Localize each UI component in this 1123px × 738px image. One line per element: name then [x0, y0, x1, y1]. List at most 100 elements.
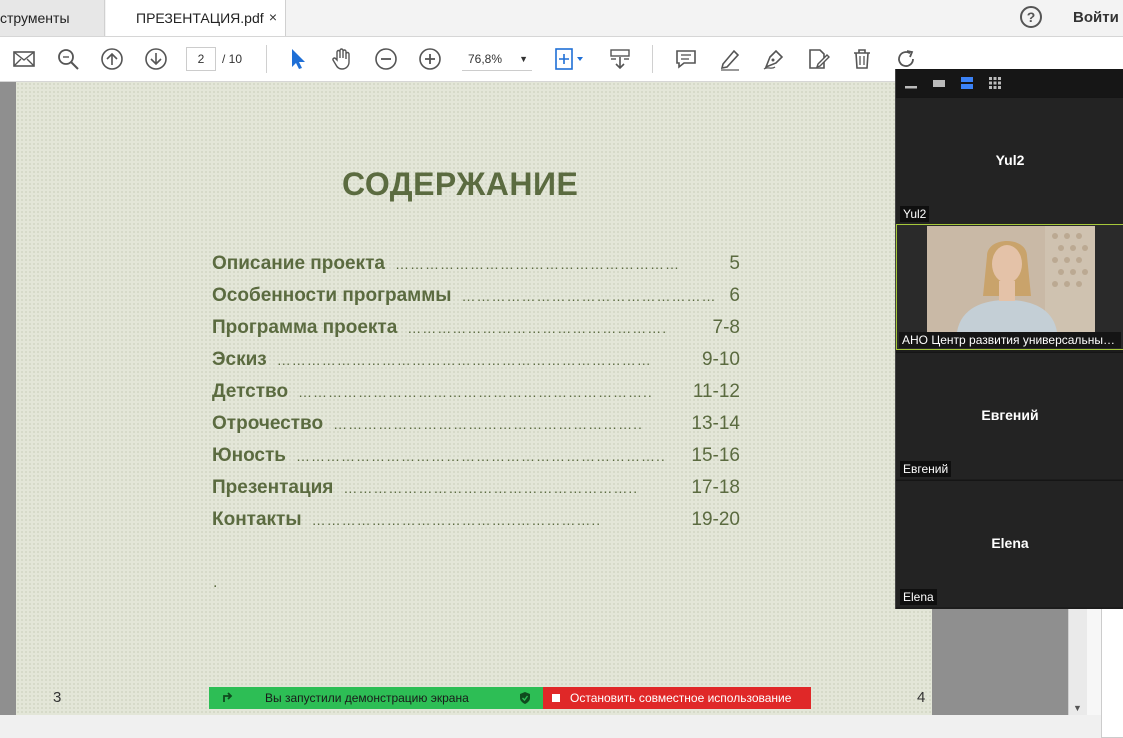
chevron-down-icon: ▼ [519, 54, 528, 64]
zoom-in-icon[interactable] [418, 47, 442, 71]
tab-document-label: ПРЕЗЕНТАЦИЯ.pdf [136, 10, 264, 26]
toc-page: 7-8 [712, 317, 740, 338]
hand-tool-icon[interactable] [330, 47, 354, 71]
toc-leader: ………………………………………………….. [343, 480, 639, 496]
tab-bar: струменты ПРЕЗЕНТАЦИЯ.pdf × ? Войти [0, 0, 1123, 37]
fit-page-icon[interactable] [554, 47, 586, 71]
share-arrow-icon [223, 692, 233, 702]
toc-label: Эскиз [212, 349, 267, 370]
toc-page: 15-16 [691, 445, 740, 466]
toc-row: Юность ……………………………………………………………….. 15-16 [212, 440, 740, 472]
edit-document-icon[interactable] [806, 47, 830, 71]
toc-leader: ……………………………………………………………….. [295, 448, 666, 464]
tab-document[interactable]: ПРЕЗЕНТАЦИЯ.pdf × [106, 0, 286, 36]
participant-name: Евгений [900, 461, 952, 477]
toc-label: Особенности программы [212, 285, 452, 306]
toc-row: Презентация ………………………………………………….. 17-18 [212, 472, 740, 504]
sign-pen-icon[interactable] [762, 47, 786, 71]
stray-dot: . [213, 574, 218, 591]
toc-leader: …………………………………………………….. [333, 416, 643, 432]
rotate-icon[interactable] [894, 47, 918, 71]
toc-label: Отрочество [212, 413, 324, 434]
toc-row: Особенности программы …………………………………………… 6 [212, 280, 740, 312]
toc-leader: …………………………………..…………….. [311, 512, 602, 528]
page-number-input[interactable]: 2 [186, 47, 216, 71]
participant-center-name: Yul2 [995, 152, 1025, 168]
participant-name: АНО Центр развития универсальных компете… [899, 332, 1121, 348]
zoom-value: 76,8% [468, 52, 503, 66]
stop-share-button[interactable]: Остановить совместное использование [543, 687, 811, 709]
toc-row: Контакты …………………………………..…………….. 19-20 [212, 504, 740, 536]
toc-label: Юность [212, 445, 286, 466]
zoom-out-icon[interactable] [374, 47, 398, 71]
toc-label: Описание проекта [212, 253, 385, 274]
scroll-down-icon[interactable]: ▼ [1073, 703, 1082, 713]
table-of-contents: Описание проекта ………………………………………………… 5 Особ… [212, 248, 740, 536]
pane-fragment [1101, 606, 1123, 738]
participant-tile[interactable]: Elena Elena [896, 480, 1123, 607]
participant-tile-active[interactable]: АНО Центр развития универсальных компете… [896, 224, 1123, 350]
toc-page: 5 [729, 253, 740, 274]
toc-leader: ………………………………………………………………… [276, 352, 652, 368]
tab-tools-label: струменты [0, 10, 70, 26]
toc-leader: ……………………………………………. [407, 320, 668, 336]
toc-label: Контакты [212, 509, 302, 530]
help-icon[interactable]: ? [1020, 6, 1042, 28]
toc-label: Программа проекта [212, 317, 398, 338]
zoom-select[interactable]: 76,8% ▼ [462, 47, 532, 71]
page-gutter [0, 82, 16, 715]
toc-page: 11-12 [692, 381, 740, 402]
toc-row: Эскиз ………………………………………………………………… 9-10 [212, 344, 740, 376]
camera-feed-image [927, 226, 1095, 332]
toolbar-divider [652, 45, 653, 73]
stop-share-label: Остановить совместное использование [570, 691, 792, 705]
select-arrow-icon[interactable] [286, 47, 310, 71]
share-status-text: Вы запустили демонстрацию экрана [265, 691, 469, 705]
prev-page-icon[interactable] [100, 47, 124, 71]
minimize-icon[interactable] [904, 76, 918, 90]
toc-page: 17-18 [691, 477, 740, 498]
strip-view-icon[interactable] [960, 76, 974, 90]
toc-page: 9-10 [701, 349, 740, 370]
grid-view-icon[interactable] [988, 76, 1002, 90]
close-tab-icon[interactable]: × [269, 9, 277, 25]
toc-row: Программа проекта ……………………………………………. 7-8 [212, 312, 740, 344]
participant-center-name: Elena [991, 535, 1029, 551]
page-number-right: 4 [917, 689, 926, 706]
toc-leader: …………………………………………………………….. [298, 384, 653, 400]
scroll-mode-icon[interactable] [608, 47, 632, 71]
participant-video [927, 226, 1095, 332]
highlight-pen-icon[interactable] [718, 47, 742, 71]
pdf-page: СОДЕРЖАНИЕ Описание проекта …………………………………… [16, 82, 932, 715]
toc-page: 13-14 [691, 413, 740, 434]
participant-tile[interactable]: Евгений Евгений [896, 352, 1123, 479]
toolbar-divider [266, 45, 267, 73]
delete-icon[interactable] [850, 47, 874, 71]
stop-icon [552, 694, 560, 702]
next-page-icon[interactable] [144, 47, 168, 71]
zoom-search-icon[interactable] [56, 47, 80, 71]
comment-icon[interactable] [674, 47, 698, 71]
single-view-icon[interactable] [932, 76, 946, 90]
participant-name: Elena [900, 589, 937, 605]
video-panel: Yul2 Yul2 АНО Центр развития универсальн… [895, 69, 1123, 609]
tab-tools[interactable]: струменты [0, 0, 105, 36]
participant-name: Yul2 [900, 206, 930, 222]
toc-row: Отрочество …………………………………………………….. 13-14 [212, 408, 740, 440]
toc-row: Детство …………………………………………………………….. 11-12 [212, 376, 740, 408]
toc-label: Презентация [212, 477, 334, 498]
toc-leader: ………………………………………………… [394, 256, 680, 272]
screen-share-bar: Вы запустили демонстрацию экрана Останов… [209, 687, 811, 709]
toc-page: 6 [729, 285, 740, 306]
shield-check-icon [520, 692, 530, 704]
toc-page: 19-20 [691, 509, 740, 530]
participant-tile[interactable]: Yul2 Yul2 [896, 97, 1123, 224]
signin-button[interactable]: Войти [1073, 9, 1119, 26]
toc-title: СОДЕРЖАНИЕ [342, 166, 579, 202]
toc-row: Описание проекта ………………………………………………… 5 [212, 248, 740, 280]
video-panel-toolbar [896, 69, 1123, 97]
share-status: Вы запустили демонстрацию экрана [209, 687, 543, 709]
page-total: / 10 [222, 52, 243, 66]
page-number-left: 3 [53, 689, 62, 706]
mail-icon[interactable] [12, 47, 36, 71]
